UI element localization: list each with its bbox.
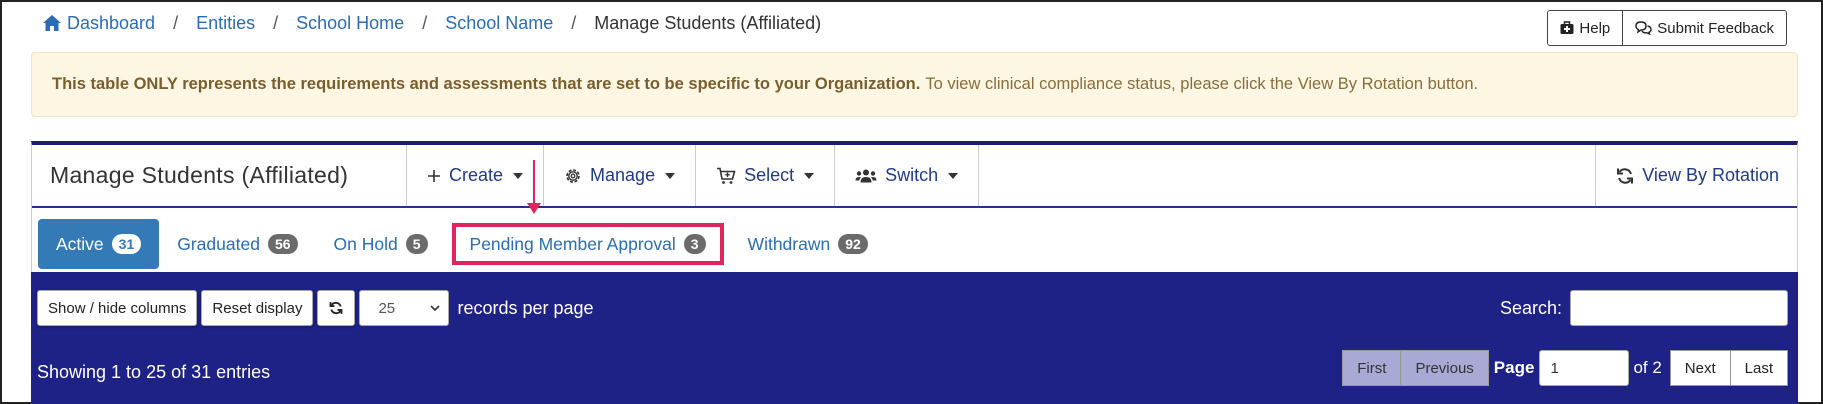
count-badge: 3: [683, 234, 706, 254]
tab-label: On Hold: [333, 233, 398, 254]
select-label: Select: [744, 165, 795, 185]
first-page-button[interactable]: First: [1342, 350, 1402, 386]
next-page-button[interactable]: Next: [1669, 350, 1731, 386]
page-size-select[interactable]: 25: [359, 290, 450, 326]
breadcrumb-school-home[interactable]: School Home: [296, 13, 404, 34]
home-icon: [43, 15, 61, 31]
manage-menu-button[interactable]: Manage: [544, 145, 697, 206]
previous-page-button[interactable]: Previous: [1401, 350, 1489, 386]
tab-label: Active: [56, 233, 104, 254]
info-notice: This table ONLY represents the requireme…: [31, 52, 1798, 117]
header-spacer: [979, 145, 1595, 206]
feedback-label: Submit Feedback: [1657, 19, 1774, 37]
refresh-table-button[interactable]: [317, 290, 356, 326]
status-tabs: Active 31 Graduated 56 On Hold 5 Pending…: [38, 219, 886, 269]
search-group: Search:: [1500, 290, 1788, 326]
manage-label: Manage: [590, 165, 656, 185]
page-label: Page: [1493, 358, 1535, 377]
breadcrumb: Dashboard / Entities / School Home / Sch…: [42, 10, 821, 36]
page-total-label: of 2: [1633, 358, 1662, 377]
users-icon: [855, 169, 877, 182]
pagination: First Previous Page 1 of 2 Next Last: [1342, 350, 1788, 386]
caret-down-icon: [665, 172, 676, 179]
first-aid-kit-icon: [1560, 21, 1574, 34]
caret-down-icon: [804, 172, 815, 179]
tab-label: Withdrawn: [747, 233, 831, 254]
create-menu-button[interactable]: Create: [406, 145, 545, 206]
panel-title: Manage Students (Affiliated): [50, 162, 349, 188]
breadcrumb-entities[interactable]: Entities: [196, 13, 255, 34]
show-hide-columns-button[interactable]: Show / hide columns: [37, 290, 198, 326]
page-number-value: 1: [1550, 359, 1559, 377]
create-label: Create: [449, 165, 504, 185]
help-label: Help: [1579, 19, 1611, 37]
switch-menu-button[interactable]: Switch: [835, 145, 980, 206]
chevron-down-icon: [430, 305, 441, 312]
caret-down-icon: [513, 172, 524, 179]
notice-text: To view clinical compliance status, plea…: [925, 75, 1479, 93]
submit-feedback-button[interactable]: Submit Feedback: [1623, 10, 1787, 46]
table-tools: Show / hide columns Reset display 25 rec…: [37, 290, 594, 326]
cart-plus-icon: [717, 167, 736, 184]
tab-on-hold[interactable]: On Hold 5: [316, 219, 446, 269]
breadcrumb-separator: /: [571, 12, 577, 33]
switch-label: Switch: [885, 165, 939, 185]
breadcrumb-separator: /: [173, 12, 179, 33]
count-badge: 5: [405, 234, 428, 254]
tab-label: Pending Member Approval: [469, 233, 676, 254]
breadcrumb-label: Dashboard: [67, 12, 156, 33]
tab-pending-member-approval[interactable]: Pending Member Approval 3: [451, 223, 724, 265]
refresh-icon: [330, 301, 343, 315]
tab-withdrawn[interactable]: Withdrawn 92: [730, 219, 886, 269]
page-number-input[interactable]: 1: [1539, 350, 1630, 386]
select-menu-button[interactable]: Select: [696, 145, 836, 206]
annotation-arrow-head: [527, 203, 541, 214]
breadcrumb-separator: /: [422, 12, 428, 33]
count-badge: 56: [267, 234, 298, 254]
plus-icon: [428, 169, 440, 182]
reset-display-button[interactable]: Reset display: [201, 290, 314, 326]
tab-active[interactable]: Active 31: [38, 219, 160, 269]
breadcrumb-school-name[interactable]: School Name: [445, 13, 553, 34]
view-by-rotation-label: View By Rotation: [1642, 165, 1779, 185]
notice-bold-text: This table ONLY represents the requireme…: [52, 75, 921, 93]
count-badge: 92: [838, 234, 868, 254]
panel-header: Manage Students (Affiliated) Create Mana…: [32, 145, 1797, 208]
caret-down-icon: [948, 172, 959, 179]
refresh-icon: [1617, 167, 1634, 184]
search-label: Search:: [1499, 297, 1562, 318]
annotation-arrow-line: [533, 160, 535, 206]
comments-icon: [1635, 21, 1652, 35]
breadcrumb-dashboard[interactable]: Dashboard: [42, 13, 155, 34]
search-input[interactable]: [1570, 290, 1788, 326]
breadcrumb-current: Manage Students (Affiliated): [594, 12, 822, 33]
breadcrumb-separator: /: [273, 12, 279, 33]
table-controls: Show / hide columns Reset display 25 rec…: [31, 272, 1798, 404]
page-size-value: 25: [378, 299, 396, 317]
help-button[interactable]: Help: [1547, 10, 1624, 46]
count-badge: 31: [111, 234, 142, 254]
view-by-rotation-button[interactable]: View By Rotation: [1595, 145, 1797, 206]
top-button-group: Help Submit Feedback: [1547, 10, 1787, 46]
last-page-button[interactable]: Last: [1730, 350, 1788, 386]
entries-info: Showing 1 to 25 of 31 entries: [37, 362, 271, 382]
records-per-page-label: records per page: [457, 297, 594, 318]
gear-icon: [566, 168, 580, 183]
tab-label: Graduated: [177, 233, 260, 254]
tab-graduated[interactable]: Graduated 56: [159, 219, 315, 269]
